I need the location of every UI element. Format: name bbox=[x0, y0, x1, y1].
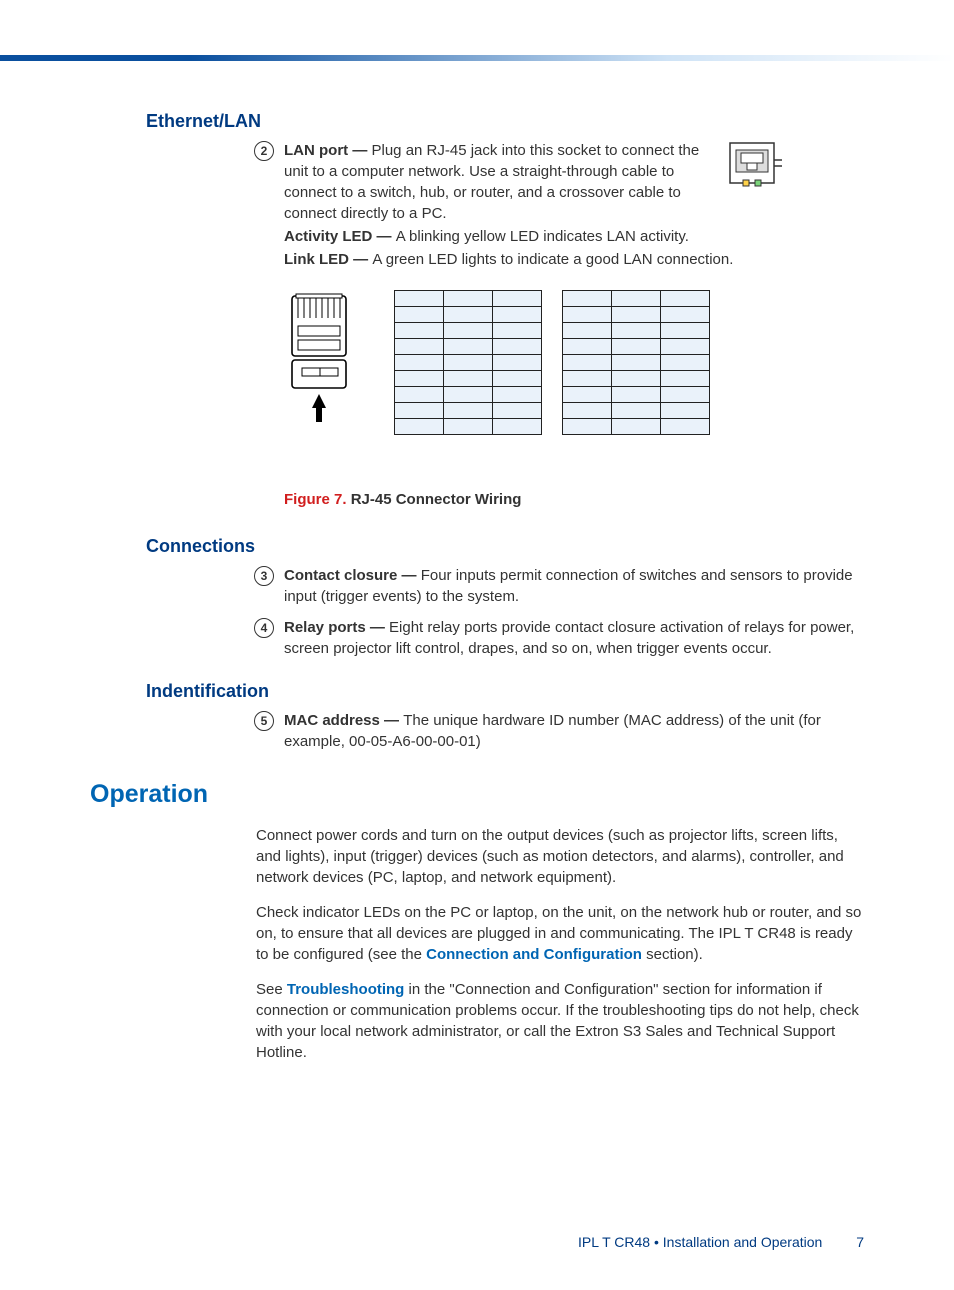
callout-number-4: 4 bbox=[254, 618, 274, 638]
contact-closure-item: 3 Contact closure — Four inputs permit c… bbox=[284, 565, 864, 607]
operation-p3: See Troubleshooting in the "Connection a… bbox=[256, 979, 864, 1063]
link-led-label: Link LED — bbox=[284, 251, 372, 268]
figure-7-caption: Figure 7. RJ-45 Connector Wiring bbox=[284, 491, 864, 508]
mac-address-item: 5 MAC address — The unique hardware ID n… bbox=[284, 710, 864, 752]
wiring-table-left bbox=[394, 290, 542, 435]
heading-identification: Indentification bbox=[146, 681, 864, 702]
page-number: 7 bbox=[856, 1234, 864, 1250]
heading-connections: Connections bbox=[146, 536, 864, 557]
activity-led-label: Activity LED — bbox=[284, 228, 396, 245]
callout-number-2: 2 bbox=[254, 141, 274, 161]
footer-text: IPL T CR48 • Installation and Operation bbox=[578, 1234, 822, 1250]
heading-operation: Operation bbox=[90, 780, 864, 809]
figure-number: Figure 7. bbox=[284, 491, 347, 508]
figure-title: RJ-45 Connector Wiring bbox=[351, 491, 522, 508]
ethernet-lan-port-item: 2 LAN port — Plug an RJ-45 jack into thi… bbox=[284, 140, 864, 272]
operation-p2: Check indicator LEDs on the PC or laptop… bbox=[256, 902, 864, 965]
callout-number-3: 3 bbox=[254, 566, 274, 586]
rj45-connector-icon bbox=[284, 290, 364, 435]
mac-address-label: MAC address — bbox=[284, 712, 403, 729]
troubleshooting-link[interactable]: Troubleshooting bbox=[287, 981, 405, 998]
callout-number-5: 5 bbox=[254, 711, 274, 731]
activity-led-text: A blinking yellow LED indicates LAN acti… bbox=[396, 228, 689, 245]
wiring-table-right bbox=[562, 290, 710, 435]
heading-ethernet: Ethernet/LAN bbox=[146, 111, 864, 132]
rj45-diagram-row bbox=[284, 290, 864, 435]
relay-ports-label: Relay ports — bbox=[284, 619, 389, 636]
operation-body: Connect power cords and turn on the outp… bbox=[256, 825, 864, 1063]
connection-config-link[interactable]: Connection and Configuration bbox=[426, 946, 642, 963]
relay-ports-item: 4 Relay ports — Eight relay ports provid… bbox=[284, 617, 864, 659]
wiring-tables bbox=[394, 290, 710, 435]
operation-p1: Connect power cords and turn on the outp… bbox=[256, 825, 864, 888]
lan-port-label: LAN port — bbox=[284, 142, 372, 159]
lan-port-icon bbox=[729, 142, 784, 196]
page-footer: IPL T CR48 • Installation and Operation … bbox=[578, 1234, 864, 1250]
contact-closure-label: Contact closure — bbox=[284, 567, 421, 584]
link-led-text: A green LED lights to indicate a good LA… bbox=[372, 251, 733, 268]
